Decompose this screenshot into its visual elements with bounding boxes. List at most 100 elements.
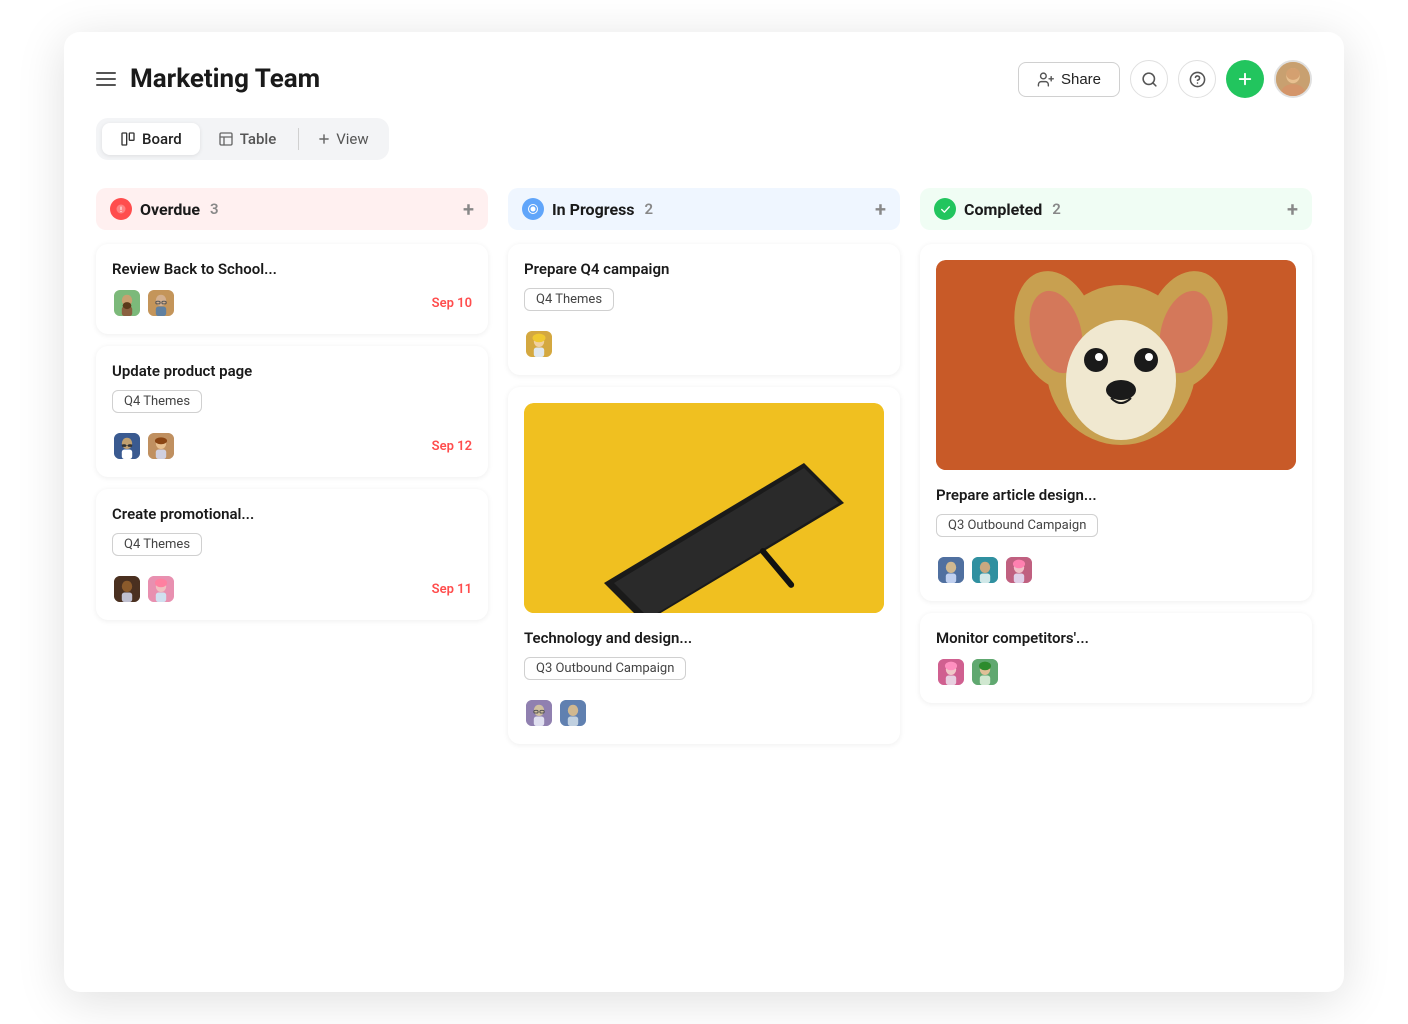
card-6-avatars <box>936 555 1038 585</box>
inprogress-status-icon <box>522 198 544 220</box>
completed-add-button[interactable]: + <box>1287 199 1298 219</box>
card-3-title: Create promotional... <box>112 505 472 523</box>
card-5-footer <box>524 698 884 728</box>
completed-count: 2 <box>1052 200 1061 218</box>
card-7-footer <box>936 657 1296 687</box>
header-right: Share <box>1018 60 1312 98</box>
share-button[interactable]: Share <box>1018 62 1120 97</box>
avatar-glasses2 <box>524 698 554 728</box>
share-icon <box>1037 71 1054 88</box>
board-icon <box>120 131 136 147</box>
help-button[interactable] <box>1178 60 1216 98</box>
card-6-footer <box>936 555 1296 585</box>
completed-title: Completed <box>964 200 1042 219</box>
avatar-man-casual <box>558 698 588 728</box>
overdue-add-button[interactable]: + <box>463 199 474 219</box>
card-5-avatars <box>524 698 592 728</box>
card-3-tag: Q4 Themes <box>112 533 202 556</box>
overdue-title: Overdue <box>140 200 200 219</box>
card-update-product[interactable]: Update product page Q4 Themes <box>96 346 488 477</box>
tab-table-label: Table <box>240 130 277 148</box>
header: Marketing Team Share <box>96 60 1312 98</box>
completed-status-icon <box>934 198 956 220</box>
tab-board[interactable]: Board <box>102 123 200 155</box>
card-1-avatars <box>112 288 180 318</box>
card-5-image <box>524 403 884 617</box>
add-button[interactable] <box>1226 60 1264 98</box>
card-tech-design[interactable]: Technology and design... Q3 Outbound Cam… <box>508 387 900 744</box>
card-1-due: Sep 10 <box>432 296 472 311</box>
card-review-back[interactable]: Review Back to School... <box>96 244 488 334</box>
card-6-tag: Q3 Outbound Campaign <box>936 514 1098 537</box>
overdue-status-icon <box>110 198 132 220</box>
card-3-due: Sep 11 <box>432 582 472 597</box>
tab-add-view[interactable]: View <box>303 123 382 155</box>
card-5-title: Technology and design... <box>524 629 884 647</box>
avatar-glasses <box>146 288 176 318</box>
overdue-count: 3 <box>210 200 219 218</box>
card-4-avatars <box>524 329 558 359</box>
avatar-dark-glasses <box>112 431 142 461</box>
search-button[interactable] <box>1130 60 1168 98</box>
column-header-overdue: Overdue 3 + <box>96 188 488 230</box>
card-2-footer: Sep 12 <box>112 431 472 461</box>
card-2-title: Update product page <box>112 362 472 380</box>
search-icon <box>1141 71 1158 88</box>
card-4-footer <box>524 329 884 359</box>
column-completed: Completed 2 + <box>920 188 1312 715</box>
view-tabs: Board Table View <box>96 118 389 160</box>
help-icon <box>1189 71 1206 88</box>
tab-add-label: View <box>336 130 368 148</box>
app-window: Marketing Team Share <box>64 32 1344 992</box>
add-view-icon <box>317 132 331 146</box>
avatar-pink-woman <box>146 574 176 604</box>
avatar-man-teal <box>970 555 1000 585</box>
card-5-tag: Q3 Outbound Campaign <box>524 657 686 680</box>
page-title: Marketing Team <box>130 64 320 94</box>
kanban-board: Overdue 3 + Review Back to School... <box>96 188 1312 756</box>
card-3-footer: Sep 11 <box>112 574 472 604</box>
avatar-woman-green <box>970 657 1000 687</box>
card-monitor-competitors[interactable]: Monitor competitors'... <box>920 613 1312 703</box>
avatar-man-blue <box>936 555 966 585</box>
inprogress-title: In Progress <box>552 200 635 219</box>
tab-board-label: Board <box>142 130 182 148</box>
card-1-footer: Sep 10 <box>112 288 472 318</box>
tablet-svg <box>524 403 884 613</box>
card-prepare-q4[interactable]: Prepare Q4 campaign Q4 Themes <box>508 244 900 375</box>
inprogress-count: 2 <box>645 200 654 218</box>
menu-icon[interactable] <box>96 72 116 86</box>
inprogress-add-button[interactable]: + <box>875 199 886 219</box>
header-left: Marketing Team <box>96 64 320 94</box>
tab-table[interactable]: Table <box>200 123 295 155</box>
share-label: Share <box>1061 71 1101 88</box>
card-6-image <box>936 260 1296 474</box>
user-avatar[interactable] <box>1274 60 1312 98</box>
card-1-title: Review Back to School... <box>112 260 472 278</box>
card-3-avatars <box>112 574 180 604</box>
card-article-design[interactable]: Prepare article design... Q3 Outbound Ca… <box>920 244 1312 601</box>
plus-icon <box>1236 70 1254 88</box>
card-4-title: Prepare Q4 campaign <box>524 260 884 278</box>
card-2-due: Sep 12 <box>432 439 472 454</box>
user-avatar-image <box>1276 62 1310 96</box>
column-overdue: Overdue 3 + Review Back to School... <box>96 188 488 632</box>
dog-svg <box>936 260 1296 470</box>
column-inprogress: In Progress 2 + Prepare Q4 campaign Q4 T… <box>508 188 900 756</box>
table-icon <box>218 131 234 147</box>
card-2-avatars <box>112 431 180 461</box>
avatar-woman-pink3 <box>936 657 966 687</box>
card-4-tag: Q4 Themes <box>524 288 614 311</box>
tab-divider <box>298 128 299 150</box>
avatar-woman-blonde <box>524 329 554 359</box>
card-7-title: Monitor competitors'... <box>936 629 1296 647</box>
column-header-inprogress: In Progress 2 + <box>508 188 900 230</box>
avatar-dark-man <box>112 574 142 604</box>
avatar-woman-pink2 <box>1004 555 1034 585</box>
avatar-bearded <box>112 288 142 318</box>
avatar-woman-brown <box>146 431 176 461</box>
card-create-promo[interactable]: Create promotional... Q4 Themes <box>96 489 488 620</box>
card-7-avatars <box>936 657 1004 687</box>
column-header-completed: Completed 2 + <box>920 188 1312 230</box>
card-2-tag: Q4 Themes <box>112 390 202 413</box>
